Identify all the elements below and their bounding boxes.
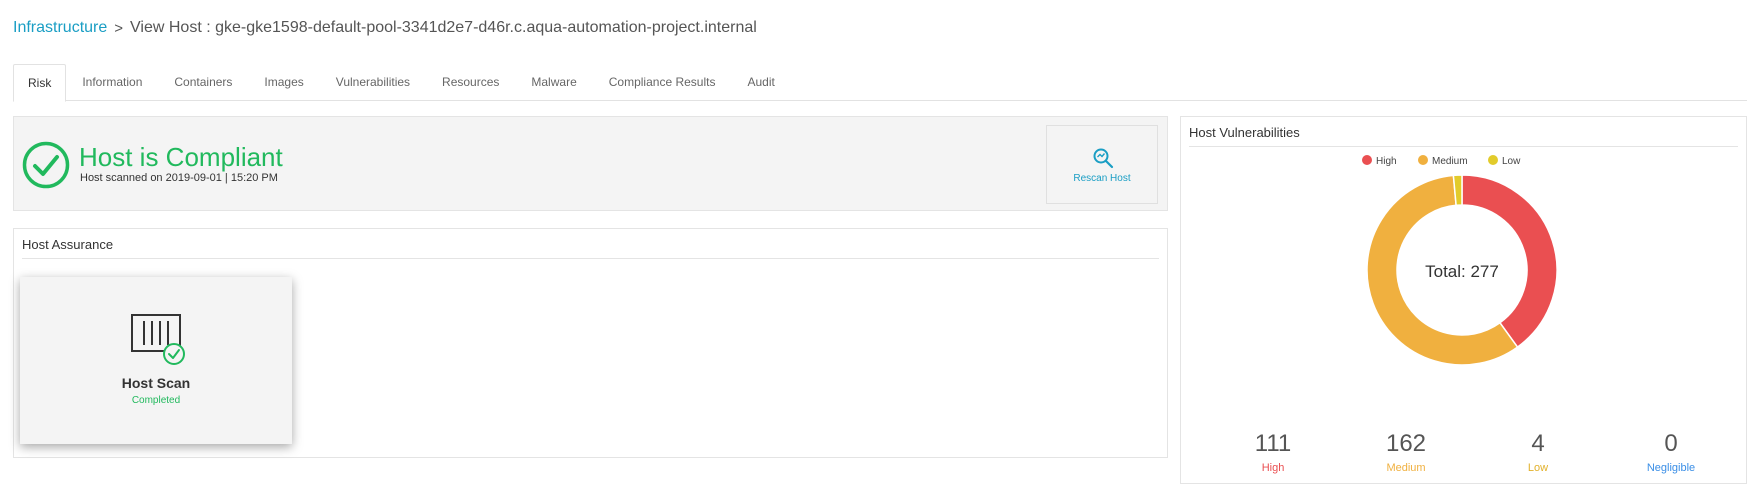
stat-high-label: High [1261,462,1285,474]
stat-negligible-value: 0 [1664,430,1678,457]
host-assurance-panel: Host Assurance Host Scan Completed [13,228,1168,458]
tab-audit[interactable]: Audit [731,64,790,101]
tab-vulnerabilities[interactable]: Vulnerabilities [320,64,426,101]
tab-malware[interactable]: Malware [515,64,592,101]
legend-marker-high [1362,155,1372,165]
tab-bar: Risk Information Containers Images Vulne… [13,64,1747,102]
legend-marker-low [1488,155,1498,165]
stat-medium-value: 162 [1385,430,1427,457]
stat-negligible: 0 Negligible [1611,430,1731,474]
host-scan-icon [131,314,185,365]
host-scan-card[interactable]: Host Scan Completed [20,277,292,444]
host-assurance-title: Host Assurance [22,237,114,252]
tab-images[interactable]: Images [248,64,319,101]
legend-label-high[interactable]: High [1376,156,1397,167]
vulnerability-donut-chart: High Medium Low Total: 277 [1362,155,1558,366]
rescan-host-button[interactable]: Rescan Host [1046,125,1158,204]
breadcrumb: Infrastructure > View Host : gke-gke1598… [13,19,757,37]
stat-high-value: 111 [1254,430,1292,457]
stat-low-label: Low [1527,462,1549,474]
rescan-search-icon [1093,148,1114,169]
compliance-status-title: Host is Compliant [79,142,283,172]
tab-information[interactable]: Information [66,64,158,101]
tab-risk[interactable]: Risk [13,64,67,102]
stat-medium: 162 Medium [1346,430,1466,474]
tab-containers[interactable]: Containers [158,64,248,101]
legend-marker-medium [1418,155,1428,165]
breadcrumb-infrastructure-link[interactable]: Infrastructure [13,19,107,37]
stat-medium-label: Medium [1386,462,1426,474]
compliance-status-panel: Host is Compliant Host scanned on 2019-0… [13,116,1168,211]
breadcrumb-separator: > [114,19,124,37]
legend-label-medium[interactable]: Medium [1432,156,1468,167]
host-vulnerabilities-panel: Host Vulnerabilities High Medium Low Total… [1180,116,1747,484]
legend-label-low[interactable]: Low [1502,156,1521,167]
stat-low: 4 Low [1478,430,1598,474]
host-scan-status: Completed [131,395,181,406]
stat-low-value: 4 [1531,430,1545,457]
tab-compliance-results[interactable]: Compliance Results [593,64,732,101]
tab-resources[interactable]: Resources [426,64,515,101]
stat-high: 111 High [1213,430,1333,474]
stat-negligible-label: Negligible [1646,462,1696,474]
chart-total-label: Total: 277 [1425,262,1499,281]
divider [22,258,1159,259]
page-title: View Host : gke-gke1598-default-pool-334… [130,19,757,36]
scan-timestamp: Host scanned on 2019-09-01 | 15:20 PM [80,172,278,184]
host-scan-title: Host Scan [121,375,191,391]
rescan-host-label: Rescan Host [1073,173,1131,184]
check-circle-icon [22,141,70,189]
